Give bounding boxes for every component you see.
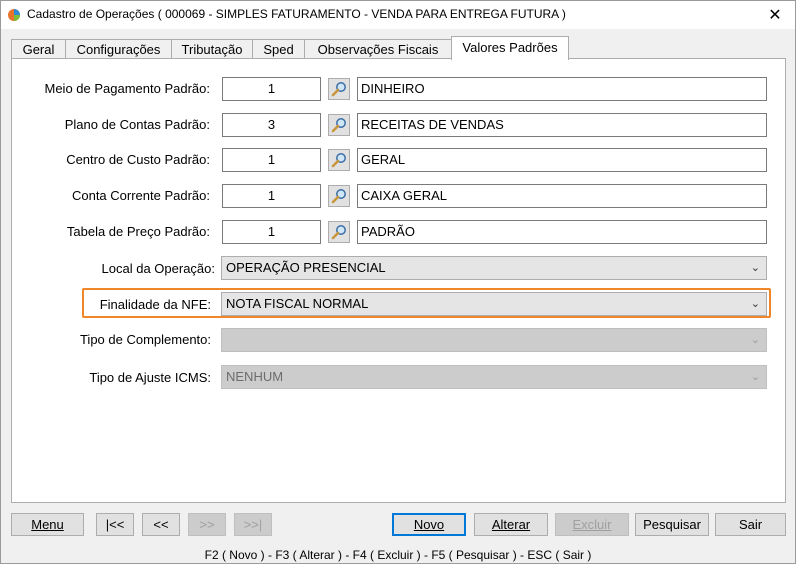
local-operacao-value: OPERAÇÃO PRESENCIAL — [226, 260, 386, 275]
conta-corrente-code-field[interactable]: 1 — [222, 184, 321, 208]
conta-corrente-label: Conta Corrente Padrão: — [71, 188, 210, 203]
centro-custo-code-field[interactable]: 1 — [222, 148, 321, 172]
finalidade-nfe-label: Finalidade da NFE: — [99, 297, 211, 312]
tabela-preco-description-field[interactable]: PADRÃO — [357, 220, 767, 244]
menu-button[interactable]: Menu — [11, 513, 84, 536]
search-icon[interactable] — [328, 78, 350, 100]
window-title: Cadastro de Operações ( 000069 - SIMPLES… — [27, 7, 566, 21]
tab-configuracoes[interactable]: Configurações — [65, 39, 172, 60]
tab-sped[interactable]: Sped — [252, 39, 305, 60]
finalidade-nfe-value: NOTA FISCAL NORMAL — [226, 296, 369, 311]
chevron-down-icon: ⌄ — [750, 371, 760, 383]
excluir-button-label: Excluir — [572, 517, 612, 532]
alterar-button-label: Alterar — [491, 517, 531, 532]
chevron-down-icon: ⌄ — [750, 298, 760, 310]
close-icon[interactable]: ✕ — [755, 1, 795, 29]
next-record-button[interactable]: >> — [188, 513, 226, 536]
tab-valores-padroes[interactable]: Valores Padrões — [451, 36, 569, 60]
tipo-ajuste-icms-value: NENHUM — [226, 369, 284, 384]
meio-pagamento-description-field[interactable]: DINHEIRO — [357, 77, 767, 101]
search-icon[interactable] — [328, 221, 350, 243]
local-operacao-select[interactable]: OPERAÇÃO PRESENCIAL ⌄ — [221, 256, 767, 280]
menu-button-label: Menu — [31, 517, 64, 532]
search-icon[interactable] — [328, 149, 350, 171]
tab-observacoes-fiscais[interactable]: Observações Fiscais — [304, 39, 452, 60]
local-operacao-label: Local da Operação: — [101, 261, 215, 276]
novo-button[interactable]: Novo — [392, 513, 466, 536]
search-icon[interactable] — [328, 185, 350, 207]
app-logo-icon — [7, 8, 21, 22]
title-bar: Cadastro de Operações ( 000069 - SIMPLES… — [1, 1, 795, 29]
centro-custo-description-field[interactable]: GERAL — [357, 148, 767, 172]
first-record-button[interactable]: |<< — [96, 513, 134, 536]
finalidade-nfe-select[interactable]: NOTA FISCAL NORMAL ⌄ — [221, 292, 767, 316]
meio-pagamento-code-field[interactable]: 1 — [222, 77, 321, 101]
previous-record-button[interactable]: << — [142, 513, 180, 536]
tipo-complemento-label: Tipo de Complemento: — [79, 332, 211, 347]
plano-contas-code-field[interactable]: 3 — [222, 113, 321, 137]
novo-button-label: Novo — [413, 517, 445, 532]
pesquisar-button[interactable]: Pesquisar — [635, 513, 709, 536]
chevron-down-icon: ⌄ — [750, 262, 760, 274]
alterar-button[interactable]: Alterar — [474, 513, 548, 536]
tabela-preco-code-field[interactable]: 1 — [222, 220, 321, 244]
tipo-ajuste-icms-label: Tipo de Ajuste ICMS: — [89, 370, 211, 385]
plano-contas-label: Plano de Contas Padrão: — [64, 117, 210, 132]
plano-contas-description-field[interactable]: RECEITAS DE VENDAS — [357, 113, 767, 137]
sair-button[interactable]: Sair — [715, 513, 786, 536]
keyboard-shortcuts-hint: F2 ( Novo ) - F3 ( Alterar ) - F4 ( Excl… — [204, 548, 592, 562]
tab-geral[interactable]: Geral — [11, 39, 66, 60]
tabela-preco-label: Tabela de Preço Padrão: — [66, 224, 210, 239]
tab-tributacao[interactable]: Tributação — [171, 39, 253, 60]
centro-custo-label: Centro de Custo Padrão: — [66, 152, 210, 167]
chevron-down-icon: ⌄ — [750, 334, 760, 346]
excluir-button[interactable]: Excluir — [555, 513, 629, 536]
conta-corrente-description-field[interactable]: CAIXA GERAL — [357, 184, 767, 208]
tipo-ajuste-icms-select[interactable]: NENHUM ⌄ — [221, 365, 767, 389]
last-record-button[interactable]: >>| — [234, 513, 272, 536]
operation-window: Cadastro de Operações ( 000069 - SIMPLES… — [0, 0, 796, 564]
meio-pagamento-label: Meio de Pagamento Padrão: — [44, 81, 211, 96]
search-icon[interactable] — [328, 114, 350, 136]
tipo-complemento-select[interactable]: ⌄ — [221, 328, 767, 352]
